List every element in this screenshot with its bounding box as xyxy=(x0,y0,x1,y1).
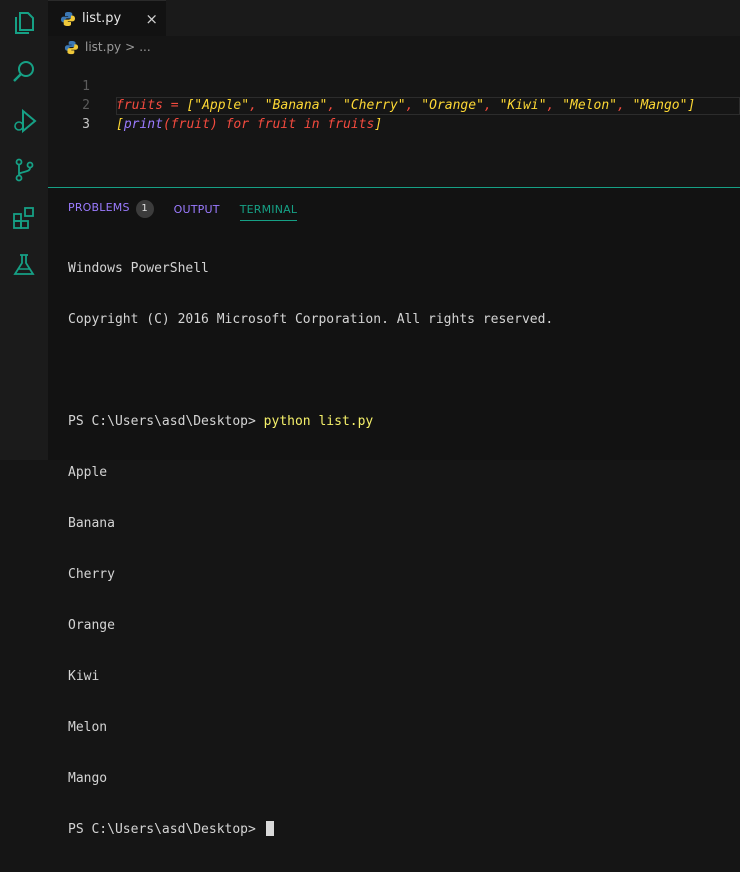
source-control-icon[interactable] xyxy=(9,155,39,185)
testing-icon[interactable] xyxy=(9,250,39,280)
code-editor[interactable]: 1 fruits = ["Apple", "Banana", "Cherry",… xyxy=(48,56,740,186)
explorer-icon[interactable] xyxy=(9,8,39,38)
tab-output[interactable]: OUTPUT xyxy=(174,203,220,216)
breadcrumb: list.py > ... xyxy=(48,38,151,56)
terminal-output-line: Banana xyxy=(68,516,115,531)
activity-bar xyxy=(0,0,48,460)
code-line-3: 3 xyxy=(48,96,740,132)
code-line-2: 2 [print(fruit) for fruit in fruits] xyxy=(48,77,740,132)
line-number: 3 xyxy=(82,117,90,132)
code-text: [print(fruit) for fruit in fruits] xyxy=(116,117,383,132)
terminal-prompt-line[interactable]: PS C:\Users\asd\Desktop> xyxy=(68,821,728,838)
terminal-output-line: Apple xyxy=(68,465,108,480)
debug-icon[interactable] xyxy=(9,106,39,136)
code-line-1: 1 fruits = ["Apple", "Banana", "Cherry",… xyxy=(48,58,740,113)
tab-problems[interactable]: PROBLEMS 1 xyxy=(68,200,154,218)
search-icon[interactable] xyxy=(9,57,39,87)
tab-terminal[interactable]: TERMINAL xyxy=(239,203,298,221)
terminal-command: python list.py xyxy=(263,414,374,429)
problems-count-badge: 1 xyxy=(135,200,154,218)
chevron-right-icon: > xyxy=(125,40,136,54)
close-icon[interactable]: × xyxy=(145,10,158,28)
breadcrumb-more[interactable]: ... xyxy=(139,40,150,54)
terminal-output-line: Mango xyxy=(68,771,108,786)
extensions-icon[interactable] xyxy=(9,203,39,233)
terminal-copyright-line: Copyright (C) 2016 Microsoft Corporation… xyxy=(68,312,554,327)
tab-label: list.py xyxy=(82,11,122,26)
terminal-command-line: PS C:\Users\asd\Desktop> python list.py xyxy=(68,414,374,429)
terminal-header-line: Windows PowerShell xyxy=(68,261,209,276)
terminal-cursor xyxy=(265,821,274,836)
tab-bar: list.py × xyxy=(48,0,740,36)
terminal-output-line: Melon xyxy=(68,720,108,735)
bottom-panel: PROBLEMS 1 OUTPUT TERMINAL Windows PowerS… xyxy=(48,188,740,837)
terminal-output-line: Orange xyxy=(68,618,115,633)
python-icon xyxy=(60,11,76,27)
terminal[interactable]: Windows PowerShell Copyright (C) 2016 Mi… xyxy=(68,226,728,872)
tab-list-py[interactable]: list.py × xyxy=(48,0,166,36)
python-icon xyxy=(64,40,79,55)
breadcrumb-file[interactable]: list.py xyxy=(85,40,121,54)
terminal-output-line: Cherry xyxy=(68,567,115,582)
panel-tabs: PROBLEMS 1 OUTPUT TERMINAL xyxy=(68,198,317,221)
terminal-output-line: Kiwi xyxy=(68,669,100,684)
